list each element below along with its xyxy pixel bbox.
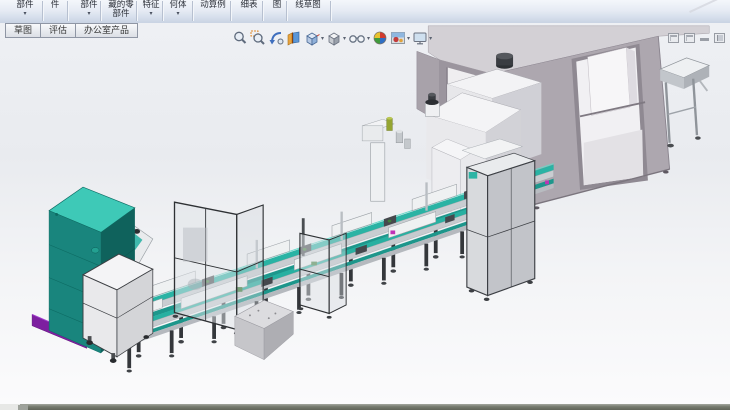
ribbon-separator (42, 1, 43, 21)
ribbon-separator (192, 1, 193, 21)
display-style-button[interactable]: ▾ (326, 30, 346, 46)
previous-view-button[interactable] (268, 30, 284, 46)
hide-show-items-button[interactable]: ▾ (348, 30, 370, 46)
graphics-area[interactable] (0, 23, 730, 404)
ribbon-button-explode-line-sketch[interactable]: 线草图 (288, 0, 328, 22)
chevron-down-icon: ▾ (138, 11, 164, 17)
chevron-down-icon: ▾ (321, 35, 324, 42)
window-minimize-icon[interactable] (700, 35, 709, 42)
heads-up-view-toolbar: ▾ ▾ ▾ ▾ (232, 28, 434, 48)
previous-view-icon (268, 30, 284, 46)
command-manager-tabs: 草图 评估 办公室产品 (5, 23, 137, 38)
chevron-down-icon: ▾ (6, 11, 44, 17)
section-view-button[interactable] (286, 30, 302, 46)
ribbon-button-reference-geometry[interactable]: 何体▾ (164, 0, 192, 22)
zoom-to-area-button[interactable] (250, 30, 266, 46)
zoom-to-fit-icon (232, 30, 248, 46)
view-settings-button[interactable]: ▾ (412, 30, 432, 46)
chevron-down-icon: ▾ (70, 11, 108, 17)
ribbon-separator (100, 1, 101, 21)
ribbon-separator (67, 1, 68, 21)
chevron-down-icon: ▾ (429, 35, 432, 42)
ribbon-separator (262, 1, 263, 21)
ribbon-separator (162, 1, 163, 21)
ribbon-button-insert-components[interactable]: 部件▾ (6, 0, 44, 22)
tab-sketch[interactable]: 草图 (5, 23, 41, 38)
window-menu-icon[interactable] (668, 33, 679, 43)
ribbon-button-component[interactable]: 件 (46, 0, 64, 22)
chevron-down-icon: ▾ (343, 35, 346, 42)
tab-evaluate[interactable]: 评估 (40, 23, 76, 38)
chevron-down-icon: ▾ (164, 11, 192, 17)
edit-appearance-button[interactable] (372, 30, 388, 46)
chevron-down-icon: ▾ (367, 35, 370, 42)
document-window-controls (668, 33, 725, 43)
view-orientation-icon (304, 30, 320, 46)
edit-appearance-icon (372, 30, 388, 46)
window-restore-icon[interactable] (684, 33, 695, 43)
ribbon-button-assembly-features[interactable]: 特征▾ (138, 0, 164, 22)
ribbon-separator (286, 1, 287, 21)
apply-scene-button[interactable]: ▾ (390, 30, 410, 46)
ribbon-separator (230, 1, 231, 21)
view-orientation-button[interactable]: ▾ (304, 30, 324, 46)
display-style-icon (326, 30, 342, 46)
section-view-icon (286, 30, 302, 46)
faint-sketch-artifact (689, 0, 727, 22)
bottom-bar-nub (18, 405, 28, 410)
apply-scene-icon (390, 30, 406, 46)
safety-cage-small (298, 233, 346, 318)
bottom-bar-left-cap (0, 404, 20, 410)
ribbon-button-motion-study[interactable]: 动算例 (194, 0, 232, 22)
chevron-down-icon: ▾ (407, 35, 410, 42)
ribbon-separator (330, 1, 331, 21)
hide-show-items-icon (348, 30, 366, 46)
ribbon-button-bill-of-materials[interactable]: 细表 (234, 0, 264, 22)
outfeed-conveyor-bench (660, 58, 709, 148)
bottom-edge-bar (0, 404, 730, 410)
window-close-icon[interactable] (714, 33, 725, 43)
view-settings-icon (412, 30, 428, 46)
ribbon-button-move-components[interactable]: 部件▾ (70, 0, 108, 22)
assembly-model (0, 23, 730, 404)
ribbon: 部件▾ 件 部件▾ 藏的零部件 特征▾ 何体▾ 动算例 细表 图 线草图 (0, 0, 730, 24)
tab-office-products[interactable]: 办公室产品 (75, 23, 138, 38)
zoom-to-fit-button[interactable] (232, 30, 248, 46)
ribbon-separator (136, 1, 137, 21)
ribbon-button-show-hidden-components[interactable]: 藏的零部件 (104, 0, 138, 22)
zoom-to-area-icon (250, 30, 266, 46)
ribbon-button-exploded-view[interactable]: 图 (266, 0, 288, 22)
